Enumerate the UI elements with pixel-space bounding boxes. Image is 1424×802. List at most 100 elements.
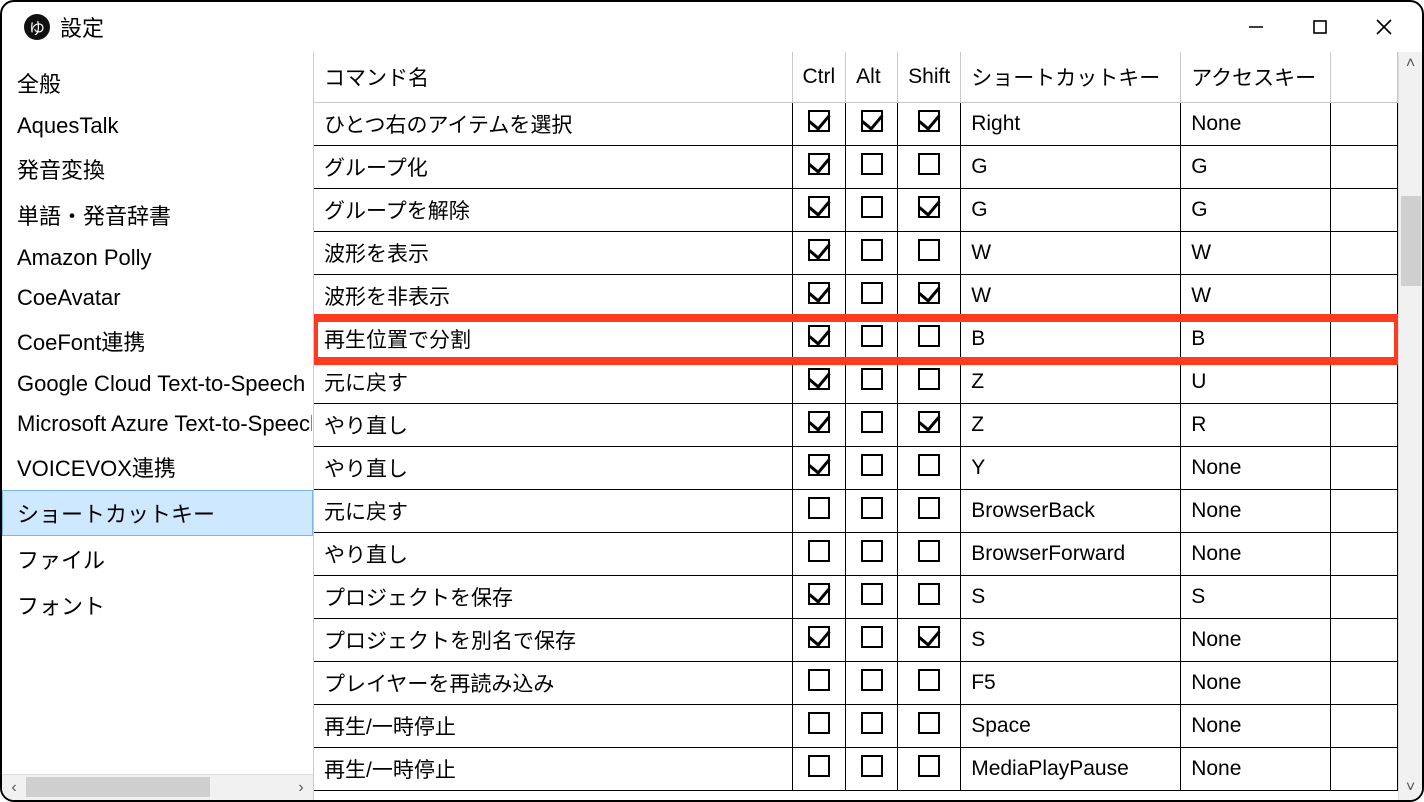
cell-ctrl[interactable] — [792, 103, 846, 146]
cell-command[interactable]: 元に戻す — [314, 490, 792, 533]
sidebar-item[interactable]: ファイル — [2, 536, 313, 582]
cell-shift[interactable] — [898, 275, 961, 318]
cell-shortcut[interactable]: BrowserForward — [961, 533, 1181, 576]
ctrl-checkbox[interactable] — [808, 669, 830, 691]
table-row[interactable]: 元に戻すZU — [314, 361, 1398, 404]
cell-shift[interactable] — [898, 748, 961, 791]
ctrl-checkbox[interactable] — [808, 626, 830, 648]
cell-command[interactable]: やり直し — [314, 404, 792, 447]
table-row[interactable]: 再生/一時停止SpaceNone — [314, 705, 1398, 748]
shift-checkbox[interactable] — [918, 282, 940, 304]
cell-alt[interactable] — [846, 447, 898, 490]
table-row[interactable]: グループを解除GG — [314, 189, 1398, 232]
cell-ctrl[interactable] — [792, 275, 846, 318]
ctrl-checkbox[interactable] — [808, 368, 830, 390]
ctrl-checkbox[interactable] — [808, 110, 830, 132]
table-row[interactable]: プロジェクトを保存SS — [314, 576, 1398, 619]
cell-shift[interactable] — [898, 404, 961, 447]
cell-alt[interactable] — [846, 318, 898, 361]
cell-shift[interactable] — [898, 662, 961, 705]
sidebar-item[interactable]: フォント — [2, 582, 313, 628]
cell-access[interactable]: R — [1181, 404, 1331, 447]
alt-checkbox[interactable] — [861, 110, 883, 132]
ctrl-checkbox[interactable] — [808, 239, 830, 261]
cell-shortcut[interactable]: F5 — [961, 662, 1181, 705]
cell-shortcut[interactable]: B — [961, 318, 1181, 361]
cell-command[interactable]: 再生/一時停止 — [314, 705, 792, 748]
cell-command[interactable]: やり直し — [314, 533, 792, 576]
table-row[interactable]: やり直しZR — [314, 404, 1398, 447]
sidebar-hscrollbar[interactable]: ‹ › — [2, 774, 313, 800]
cell-shift[interactable] — [898, 619, 961, 662]
scroll-up-button[interactable]: ˄ — [1399, 52, 1423, 76]
ctrl-checkbox[interactable] — [808, 411, 830, 433]
scroll-down-button[interactable]: ˅ — [1399, 776, 1423, 800]
header-access[interactable]: アクセスキー — [1181, 52, 1331, 103]
cell-shortcut[interactable]: G — [961, 189, 1181, 232]
cell-alt[interactable] — [846, 748, 898, 791]
alt-checkbox[interactable] — [861, 583, 883, 605]
cell-ctrl[interactable] — [792, 232, 846, 275]
cell-ctrl[interactable] — [792, 189, 846, 232]
cell-command[interactable]: 再生/一時停止 — [314, 748, 792, 791]
cell-command[interactable]: 波形を表示 — [314, 232, 792, 275]
cell-ctrl[interactable] — [792, 404, 846, 447]
sidebar-item[interactable]: AquesTalk — [2, 106, 313, 146]
cell-ctrl[interactable] — [792, 619, 846, 662]
ctrl-checkbox[interactable] — [808, 540, 830, 562]
cell-ctrl[interactable] — [792, 361, 846, 404]
alt-checkbox[interactable] — [861, 196, 883, 218]
sidebar-item[interactable]: CoeAvatar — [2, 278, 313, 318]
table-row[interactable]: グループ化GG — [314, 146, 1398, 189]
cell-alt[interactable] — [846, 404, 898, 447]
ctrl-checkbox[interactable] — [808, 583, 830, 605]
alt-checkbox[interactable] — [861, 411, 883, 433]
cell-command[interactable]: 元に戻す — [314, 361, 792, 404]
table-row[interactable]: やり直しBrowserForwardNone — [314, 533, 1398, 576]
table-row[interactable]: 再生/一時停止 MediaPlayPauseNone — [314, 748, 1398, 791]
sidebar-item[interactable]: Microsoft Azure Text-to-Speech — [2, 404, 313, 444]
cell-shift[interactable] — [898, 232, 961, 275]
shift-checkbox[interactable] — [918, 153, 940, 175]
ctrl-checkbox[interactable] — [808, 454, 830, 476]
sidebar-item[interactable]: 単語・発音辞書 — [2, 192, 313, 238]
alt-checkbox[interactable] — [861, 755, 883, 777]
shift-checkbox[interactable] — [918, 411, 940, 433]
sidebar-item[interactable]: Amazon Polly — [2, 238, 313, 278]
alt-checkbox[interactable] — [861, 239, 883, 261]
cell-shortcut[interactable]: Z — [961, 361, 1181, 404]
cell-access[interactable]: None — [1181, 490, 1331, 533]
cell-shortcut[interactable]: MediaPlayPause — [961, 748, 1181, 791]
cell-command[interactable]: プロジェクトを保存 — [314, 576, 792, 619]
sidebar-item[interactable]: ショートカットキー — [2, 490, 313, 536]
cell-shift[interactable] — [898, 490, 961, 533]
cell-alt[interactable] — [846, 103, 898, 146]
cell-access[interactable]: None — [1181, 748, 1331, 791]
alt-checkbox[interactable] — [861, 282, 883, 304]
cell-access[interactable]: None — [1181, 103, 1331, 146]
cell-ctrl[interactable] — [792, 576, 846, 619]
cell-ctrl[interactable] — [792, 705, 846, 748]
scroll-thumb[interactable] — [26, 777, 210, 797]
alt-checkbox[interactable] — [861, 669, 883, 691]
cell-shift[interactable] — [898, 318, 961, 361]
ctrl-checkbox[interactable] — [808, 153, 830, 175]
cell-access[interactable]: None — [1181, 662, 1331, 705]
cell-access[interactable]: W — [1181, 275, 1331, 318]
shift-checkbox[interactable] — [918, 110, 940, 132]
cell-command[interactable]: やり直し — [314, 447, 792, 490]
sidebar-item[interactable]: VOICEVOX連携 — [2, 444, 313, 490]
cell-shift[interactable] — [898, 103, 961, 146]
table-row[interactable]: ひとつ右のアイテムを選択RightNone — [314, 103, 1398, 146]
cell-access[interactable]: G — [1181, 146, 1331, 189]
cell-shortcut[interactable]: W — [961, 275, 1181, 318]
cell-alt[interactable] — [846, 189, 898, 232]
cell-ctrl[interactable] — [792, 146, 846, 189]
sidebar-item[interactable]: Google Cloud Text-to-Speech — [2, 364, 313, 404]
shift-checkbox[interactable] — [918, 755, 940, 777]
scroll-right-button[interactable]: › — [289, 776, 313, 800]
shift-checkbox[interactable] — [918, 583, 940, 605]
cell-ctrl[interactable] — [792, 490, 846, 533]
scroll-track[interactable] — [26, 775, 289, 800]
close-button[interactable] — [1352, 7, 1416, 47]
